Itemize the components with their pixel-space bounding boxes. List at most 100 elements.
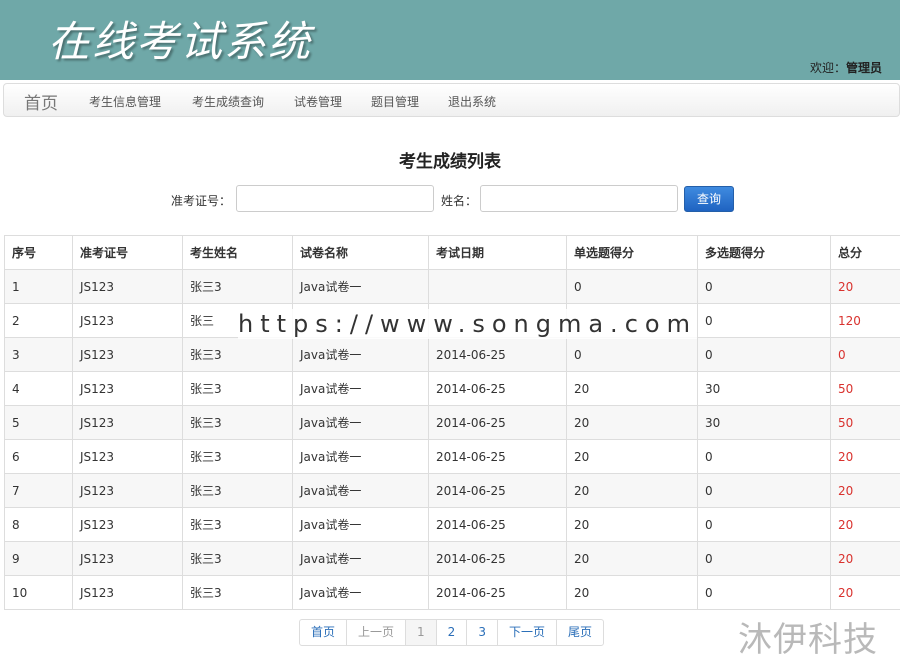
table-cell: 20 — [567, 474, 698, 508]
total-score-cell: 20 — [831, 542, 900, 576]
table-cell: 20 — [567, 406, 698, 440]
table-cell: JS123 — [73, 406, 183, 440]
score-table: 序号 准考证号 考生姓名 试卷名称 考试日期 单选题得分 多选题得分 总分 1J… — [4, 235, 900, 610]
table-cell: JS123 — [73, 440, 183, 474]
total-score-cell: 20 — [831, 270, 900, 304]
page-title: 考生成绩列表 — [0, 147, 900, 172]
table-row: 6JS123张三3Java试卷一2014-06-2520020 — [5, 440, 900, 474]
table-cell: 2014-06-25 — [429, 576, 567, 610]
table-cell: 5 — [5, 406, 73, 440]
nav-item-paper-manage[interactable]: 试卷管理 — [294, 93, 342, 110]
table-row: 5JS123张三3Java试卷一2014-06-25203050 — [5, 406, 900, 440]
table-row: 3JS123张三3Java试卷一2014-06-25000 — [5, 338, 900, 372]
pagination: 首页 上一页 1 2 3 下一页 尾页 — [299, 619, 604, 646]
table-cell: 30 — [698, 372, 831, 406]
page-last-button[interactable]: 尾页 — [557, 620, 603, 645]
nav-item-score-query[interactable]: 考生成绩查询 — [192, 93, 264, 110]
table-row: 10JS123张三3Java试卷一2014-06-2520020 — [5, 576, 900, 610]
page-1-button[interactable]: 1 — [406, 620, 437, 645]
table-cell: 10 — [5, 576, 73, 610]
table-cell: 2014-06-25 — [429, 542, 567, 576]
nav-home-link[interactable]: 首页 — [24, 89, 58, 114]
table-cell: JS123 — [73, 576, 183, 610]
column-header: 序号 — [5, 236, 73, 270]
table-cell: 9 — [5, 542, 73, 576]
nav-item-question-manage[interactable]: 题目管理 — [371, 93, 419, 110]
table-row: 4JS123张三3Java试卷一2014-06-25203050 — [5, 372, 900, 406]
table-cell: 20 — [567, 440, 698, 474]
page-3-button[interactable]: 3 — [467, 620, 498, 645]
table-cell: Java试卷一 — [293, 508, 429, 542]
table-cell: 1 — [5, 270, 73, 304]
table-cell: 0 — [698, 508, 831, 542]
column-header: 考生姓名 — [183, 236, 293, 270]
table-cell: 7 — [5, 474, 73, 508]
table-cell: 20 — [567, 372, 698, 406]
watermark-url: https://www.songma.com — [238, 309, 697, 339]
table-cell: 0 — [567, 270, 698, 304]
table-cell: 张三3 — [183, 542, 293, 576]
total-score-cell: 0 — [831, 338, 900, 372]
welcome-label: 欢迎： — [810, 61, 846, 75]
table-cell: 2014-06-25 — [429, 474, 567, 508]
column-header: 试卷名称 — [293, 236, 429, 270]
table-cell: JS123 — [73, 372, 183, 406]
table-row: 7JS123张三3Java试卷一2014-06-2520020 — [5, 474, 900, 508]
nav-item-student-info[interactable]: 考生信息管理 — [89, 93, 161, 110]
page-first-button[interactable]: 首页 — [300, 620, 347, 645]
page-2-button[interactable]: 2 — [437, 620, 468, 645]
table-cell: JS123 — [73, 338, 183, 372]
total-score-cell: 50 — [831, 406, 900, 440]
table-cell: 0 — [698, 270, 831, 304]
table-cell: Java试卷一 — [293, 474, 429, 508]
table-cell: 张三3 — [183, 474, 293, 508]
table-cell: 2014-06-25 — [429, 440, 567, 474]
column-header: 单选题得分 — [567, 236, 698, 270]
ticket-number-label: 准考证号： — [171, 192, 231, 209]
table-cell: JS123 — [73, 474, 183, 508]
total-score-cell: 20 — [831, 576, 900, 610]
table-cell: Java试卷一 — [293, 270, 429, 304]
table-cell: 0 — [567, 338, 698, 372]
table-cell: Java试卷一 — [293, 440, 429, 474]
table-cell: 20 — [567, 508, 698, 542]
nav-item-logout[interactable]: 退出系统 — [448, 93, 496, 110]
table-cell: 8 — [5, 508, 73, 542]
column-header: 总分 — [831, 236, 900, 270]
total-score-cell: 20 — [831, 440, 900, 474]
column-header: 准考证号 — [73, 236, 183, 270]
brand-watermark: 沐伊科技 — [738, 612, 878, 661]
table-cell: 2014-06-25 — [429, 406, 567, 440]
table-cell: Java试卷一 — [293, 576, 429, 610]
name-input[interactable] — [480, 185, 678, 212]
total-score-cell: 120 — [831, 304, 900, 338]
system-title: 在线考试系统 — [48, 8, 312, 69]
table-cell: 张三3 — [183, 406, 293, 440]
table-cell: 0 — [698, 304, 831, 338]
table-cell: 张三3 — [183, 270, 293, 304]
table-header-row: 序号 准考证号 考生姓名 试卷名称 考试日期 单选题得分 多选题得分 总分 — [5, 236, 900, 270]
table-cell: 0 — [698, 338, 831, 372]
column-header: 多选题得分 — [698, 236, 831, 270]
search-button[interactable]: 查询 — [684, 186, 734, 212]
table-cell: 20 — [567, 576, 698, 610]
table-cell: Java试卷一 — [293, 406, 429, 440]
total-score-cell: 20 — [831, 474, 900, 508]
header-banner: 在线考试系统 欢迎：管理员 — [0, 0, 900, 80]
table-cell: 2014-06-25 — [429, 338, 567, 372]
table-cell: 2014-06-25 — [429, 372, 567, 406]
table-cell: 0 — [698, 440, 831, 474]
table-cell — [429, 270, 567, 304]
table-cell: 6 — [5, 440, 73, 474]
current-user: 管理员 — [846, 61, 882, 75]
table-cell: 3 — [5, 338, 73, 372]
table-cell: Java试卷一 — [293, 542, 429, 576]
table-cell: 0 — [698, 576, 831, 610]
table-cell: 0 — [698, 474, 831, 508]
total-score-cell: 20 — [831, 508, 900, 542]
ticket-number-input[interactable] — [236, 185, 434, 212]
table-cell: 4 — [5, 372, 73, 406]
page-next-button[interactable]: 下一页 — [498, 620, 557, 645]
column-header: 考试日期 — [429, 236, 567, 270]
total-score-cell: 50 — [831, 372, 900, 406]
